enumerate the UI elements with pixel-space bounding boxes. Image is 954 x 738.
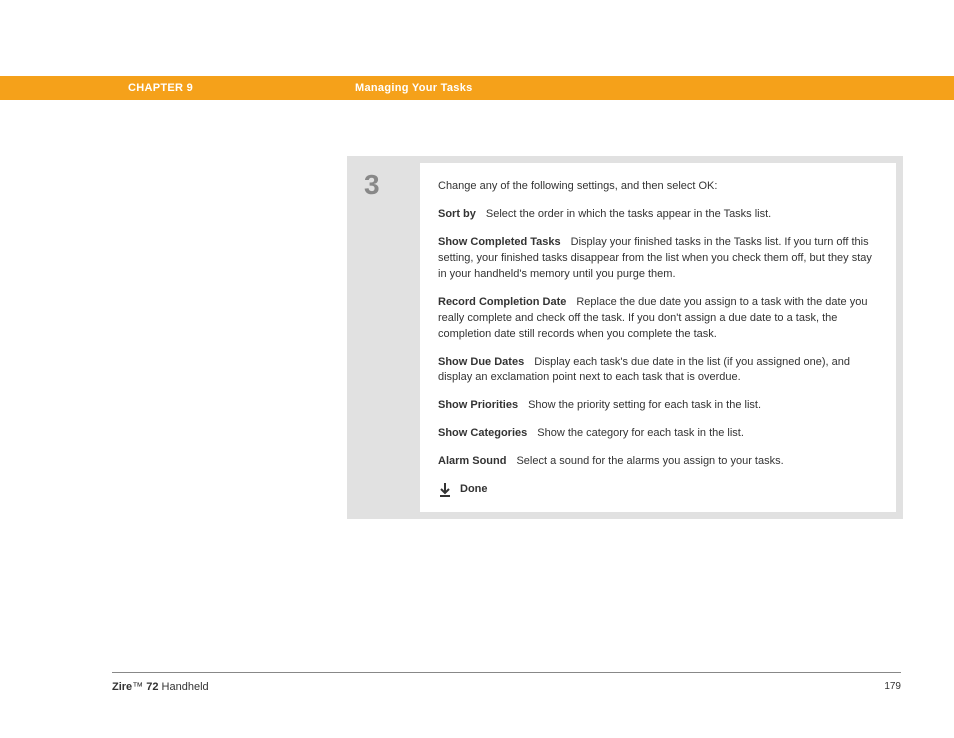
footer-product: Zire™ 72 Handheld xyxy=(112,681,209,693)
option-row: Sort by Select the order in which the tas… xyxy=(438,207,878,223)
done-arrow-icon xyxy=(438,482,452,498)
footer-suffix: Handheld xyxy=(158,681,208,693)
option-desc: Show the priority setting for each task … xyxy=(528,399,761,411)
option-desc: Select a sound for the alarms you assign… xyxy=(516,455,783,467)
option-label: Show Priorities xyxy=(438,399,518,411)
option-row: Show Categories Show the category for eac… xyxy=(438,426,878,442)
done-label: Done xyxy=(460,482,488,498)
option-row: Show Priorities Show the priority setting… xyxy=(438,398,878,414)
step-inner: 3 Change any of the following settings, … xyxy=(354,163,896,512)
option-label: Record Completion Date xyxy=(438,296,566,308)
page-number: 179 xyxy=(884,681,901,692)
option-label: Alarm Sound xyxy=(438,455,506,467)
chapter-header-bar: CHAPTER 9 Managing Your Tasks xyxy=(0,76,954,100)
footer-tm: ™ xyxy=(132,681,143,693)
option-label: Show Completed Tasks xyxy=(438,236,561,248)
option-row: Show Completed TasksDisplay your finishe… xyxy=(438,235,878,283)
step-content: Change any of the following settings, an… xyxy=(420,163,896,512)
footer-rule xyxy=(112,672,901,673)
option-label: Sort by xyxy=(438,208,476,220)
footer-model: 72 xyxy=(143,681,158,693)
option-desc: Show the category for each task in the l… xyxy=(537,427,744,439)
footer-brand: Zire xyxy=(112,681,132,693)
option-row: Show Due DatesDisplay each task's due da… xyxy=(438,355,878,387)
option-row: Record Completion DateReplace the due da… xyxy=(438,295,878,343)
step-container: 3 Change any of the following settings, … xyxy=(347,156,903,519)
option-label: Show Due Dates xyxy=(438,356,524,368)
option-row: Alarm Sound Select a sound for the alarms… xyxy=(438,454,878,470)
option-desc: Select the order in which the tasks appe… xyxy=(486,208,771,220)
step-number: 3 xyxy=(354,163,420,512)
option-label: Show Categories xyxy=(438,427,527,439)
chapter-title: Managing Your Tasks xyxy=(355,82,473,94)
done-row: Done xyxy=(438,482,878,498)
step-intro: Change any of the following settings, an… xyxy=(438,179,878,195)
chapter-label: CHAPTER 9 xyxy=(128,82,193,94)
